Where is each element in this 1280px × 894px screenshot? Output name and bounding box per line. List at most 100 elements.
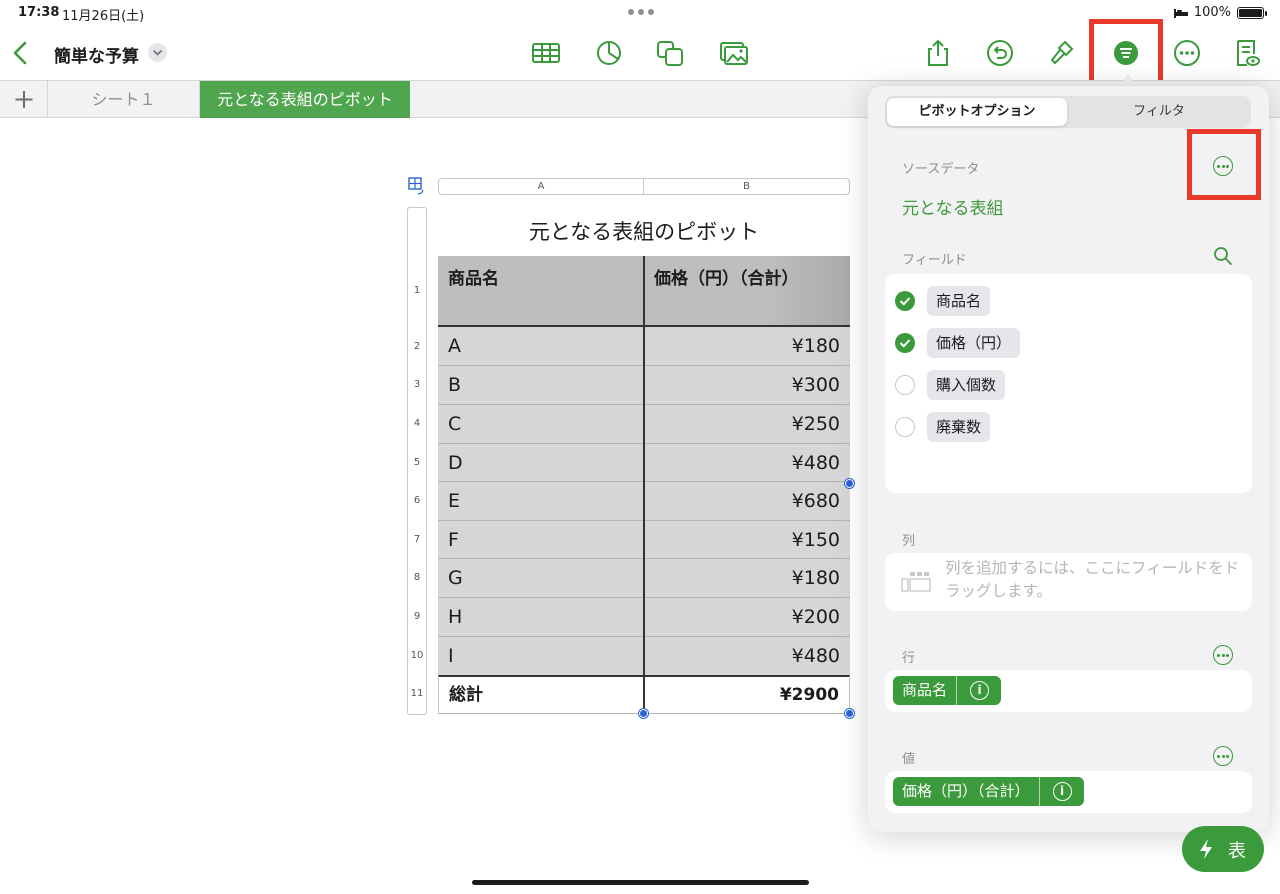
document-title[interactable]: 簡単な予算 [54,42,139,67]
table-cell[interactable]: A [438,327,644,366]
source-data-label: ソースデータ [902,162,980,177]
title-chevron-down-icon[interactable] [148,43,167,62]
insert-shape-icon[interactable] [655,38,685,68]
header-cell-product[interactable]: 商品名 [438,256,644,327]
battery-percent: 100% [1193,5,1231,20]
header-cell-price[interactable]: 価格（円）（合計） [644,256,850,327]
field-chip[interactable]: 廃棄数 [927,412,991,442]
popover-caret [1118,74,1138,86]
values-more-icon[interactable] [1213,746,1233,766]
share-icon[interactable] [923,38,953,68]
table-handle-icon[interactable] [407,176,429,196]
rows-more-icon[interactable] [1213,645,1233,665]
format-brush-icon[interactable] [1047,38,1077,68]
more-icon[interactable] [1172,38,1202,68]
table-cell[interactable]: B [438,366,644,405]
table-title[interactable]: 元となる表組のピボット [438,216,850,246]
total-label-cell[interactable]: 総計 [438,675,644,714]
table-cell[interactable]: ¥300 [644,366,850,405]
info-icon: i [1052,782,1072,801]
info-icon: i [970,681,990,700]
bolt-icon [1200,839,1212,859]
table-cell[interactable]: I [438,637,644,675]
column-divider [643,256,645,714]
field-chip[interactable]: 価格（円） [927,328,1021,358]
values-chip-label[interactable]: 価格（円）（合計） [893,777,1040,806]
field-chip[interactable]: 購入個数 [927,370,1006,400]
table-cell[interactable]: ¥200 [644,598,850,637]
table-cell[interactable]: G [438,559,644,598]
values-field-chip[interactable]: 価格（円）（合計） i [893,777,1084,806]
table-cell[interactable]: ¥480 [644,444,850,482]
toolbar: 簡単な予算 [0,28,1280,78]
row-number[interactable]: 11 [408,688,426,699]
table-cell[interactable]: F [438,521,644,559]
column-header-b[interactable]: B [643,178,850,195]
tab-pivot-options[interactable]: ピボットオプション [887,98,1067,126]
battery-icon [1237,6,1267,19]
row-headers: 1 2 3 4 5 6 7 8 9 10 11 [407,207,427,715]
values-label: 値 [902,752,916,767]
home-indicator[interactable] [472,880,809,885]
add-sheet-button[interactable] [0,81,48,118]
table-cell[interactable]: C [438,405,644,444]
table-cell[interactable]: ¥180 [644,559,850,598]
row-number[interactable]: 10 [408,650,426,661]
row-number[interactable]: 6 [408,495,426,506]
columns-drop-hint: 列を追加するには、ここにフィールドをドラッグします。 [945,559,1240,600]
row-number[interactable]: 1 [408,285,426,296]
values-info-button[interactable]: i [1040,777,1084,806]
back-chevron-icon[interactable] [10,40,32,66]
sleep-icon [1173,8,1188,18]
tab-sheet1[interactable]: シート１ [48,81,200,118]
multitasking-dots[interactable] [628,9,654,15]
checkmark-icon[interactable] [895,333,915,353]
row-number[interactable]: 4 [408,418,426,429]
quick-table-button[interactable]: 表 [1182,826,1264,872]
unchecked-circle-icon[interactable] [895,417,915,437]
row-number[interactable]: 2 [408,341,426,352]
source-data-link[interactable]: 元となる表組 [902,194,1004,219]
column-header-a[interactable]: A [438,178,644,195]
table-cell[interactable]: E [438,482,644,521]
row-number[interactable]: 8 [408,572,426,583]
tab-pivot[interactable]: 元となる表組のピボット [200,81,410,118]
row-number[interactable]: 9 [408,611,426,622]
checkmark-icon[interactable] [895,291,915,311]
fields-list: 商品名 価格（円） 購入個数 廃棄数 [885,274,1252,493]
resize-handle[interactable] [845,709,854,718]
field-chip[interactable]: 商品名 [927,286,991,316]
rows-chip-label[interactable]: 商品名 [893,676,958,705]
row-number[interactable]: 7 [408,534,426,545]
tab-filter[interactable]: フィルタ [1069,98,1249,126]
total-value-cell[interactable]: ¥2900 [644,675,850,714]
segmented-control: ピボットオプション フィルタ [885,96,1251,128]
status-time: 17:38 [18,5,60,20]
rows-label: 行 [902,651,916,666]
rows-info-button[interactable]: i [957,676,1001,705]
unchecked-circle-icon[interactable] [895,375,915,395]
row-number[interactable]: 5 [408,457,426,468]
resize-handle[interactable] [639,709,648,718]
search-icon[interactable] [1213,246,1233,266]
table-cell[interactable]: ¥480 [644,637,850,675]
resize-handle[interactable] [845,479,854,488]
columns-label: 列 [902,534,916,549]
insert-table-icon[interactable] [531,38,561,68]
highlight-source-more [1187,129,1261,200]
status-bar: 17:38 11月26日(土) 100% [0,0,1280,26]
reading-view-icon[interactable] [1232,38,1262,68]
table-cell[interactable]: ¥680 [644,482,850,521]
insert-media-icon[interactable] [719,38,749,68]
undo-icon[interactable] [985,38,1015,68]
table-cell[interactable]: H [438,598,644,637]
table-cell[interactable]: ¥150 [644,521,850,559]
table-cell[interactable]: ¥180 [644,327,850,366]
table-cell[interactable]: ¥250 [644,405,850,444]
table-cell[interactable]: D [438,444,644,482]
insert-chart-icon[interactable] [594,38,624,68]
rows-field-chip[interactable]: 商品名 i [893,676,1002,705]
row-number[interactable]: 3 [408,379,426,390]
fields-label: フィールド [902,253,967,268]
columns-drop-zone[interactable]: 列を追加するには、ここにフィールドをドラッグします。 [885,553,1252,611]
